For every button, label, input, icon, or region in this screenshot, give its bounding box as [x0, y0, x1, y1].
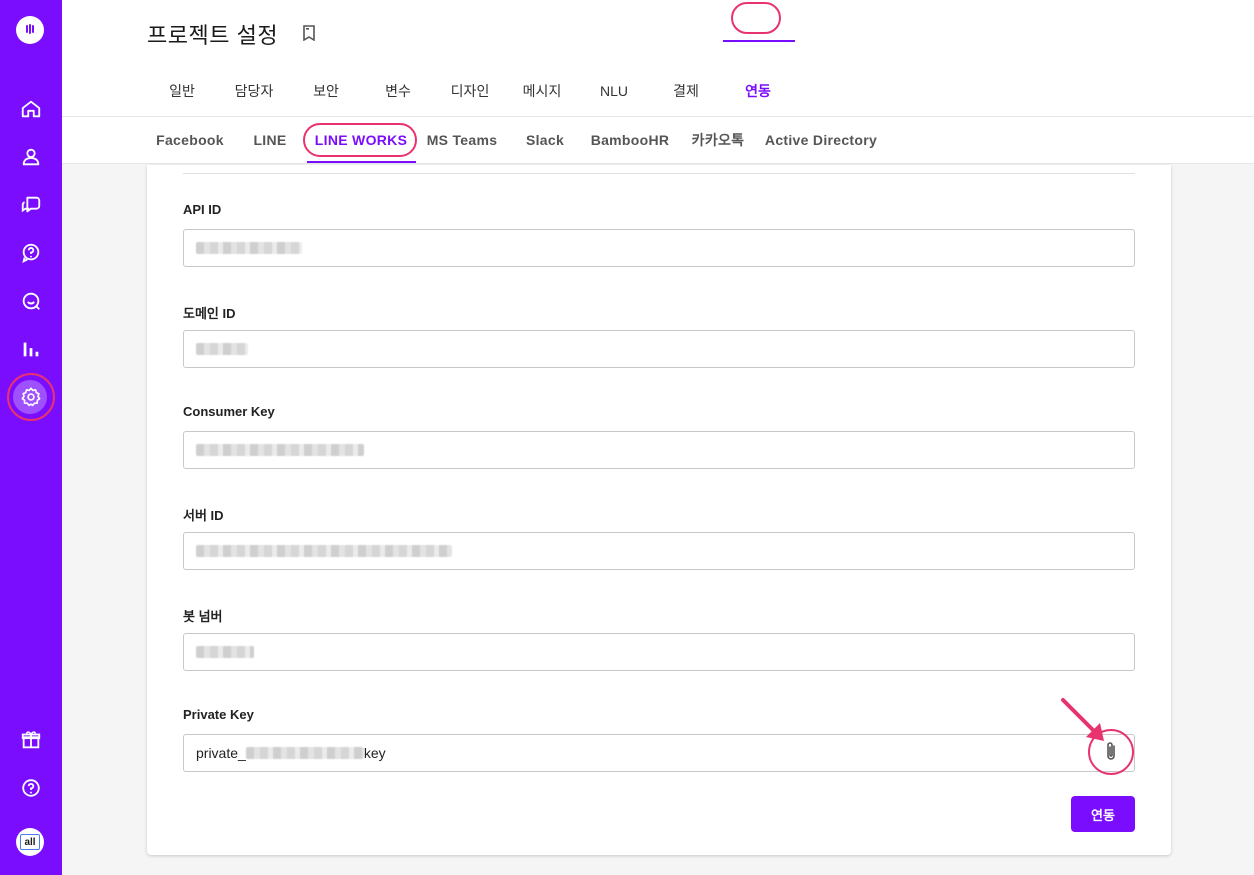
- tab-managers[interactable]: 담당자: [235, 72, 274, 112]
- tab-nlu[interactable]: NLU: [600, 72, 628, 112]
- logo-icon[interactable]: [16, 16, 44, 44]
- redacted-value: [196, 242, 302, 254]
- bot-number-label: 봇 넘버: [183, 609, 223, 624]
- subtab-active-underline: [307, 161, 416, 163]
- avatar-text: all: [20, 834, 40, 850]
- redacted-value: [245, 747, 364, 759]
- domain-id-label: 도메인 ID: [183, 306, 236, 321]
- subtab-kakaotalk[interactable]: 카카오톡: [692, 117, 745, 163]
- tab-design[interactable]: 디자인: [451, 72, 490, 112]
- redacted-value: [196, 343, 248, 355]
- bot-number-input[interactable]: [183, 633, 1135, 671]
- question-bubble-icon[interactable]: [11, 233, 51, 273]
- redacted-value: [196, 646, 254, 658]
- gear-icon[interactable]: [11, 377, 51, 417]
- tab-variables[interactable]: 변수: [385, 72, 411, 112]
- tab-messages[interactable]: 메시지: [523, 72, 562, 112]
- subtab-ms-teams[interactable]: MS Teams: [427, 117, 498, 163]
- server-id-label: 서버 ID: [183, 508, 224, 523]
- avatar[interactable]: all: [16, 828, 44, 856]
- subtab-line[interactable]: LINE: [253, 117, 286, 163]
- api-id-label: API ID: [183, 202, 222, 217]
- tab-security[interactable]: 보안: [313, 72, 339, 112]
- tab-integration[interactable]: 연동: [745, 72, 771, 112]
- subtab-slack[interactable]: Slack: [526, 117, 564, 163]
- api-id-input[interactable]: [183, 229, 1135, 267]
- private-key-suffix: key: [363, 745, 386, 761]
- subtab-facebook[interactable]: Facebook: [156, 117, 224, 163]
- chat-smile-icon[interactable]: [11, 281, 51, 321]
- private-key-prefix: private_: [196, 745, 246, 761]
- divider: [183, 173, 1135, 174]
- tab-billing[interactable]: 결제: [673, 72, 699, 112]
- subtab-bamboohr[interactable]: BambooHR: [591, 117, 670, 163]
- redacted-value: [196, 444, 364, 456]
- integration-subtabs: Facebook LINE LINE WORKS MS Teams Slack …: [62, 116, 1254, 164]
- annotation-arrow-icon: [1061, 698, 1104, 741]
- bar-chart-icon[interactable]: [11, 329, 51, 369]
- private-key-input[interactable]: private_ key: [183, 734, 1135, 772]
- page-header: 프로젝트 설정 일반 담당자 보안 변수 디자인 메시지 NLU 결제 연동: [62, 0, 1254, 116]
- sidebar: all: [0, 0, 62, 875]
- connect-button[interactable]: 연동: [1071, 796, 1135, 832]
- home-icon[interactable]: [11, 89, 51, 129]
- private-key-label: Private Key: [183, 707, 254, 722]
- subtab-highlight-circle: [303, 123, 417, 157]
- redacted-value: [196, 545, 452, 557]
- subtab-active-directory[interactable]: Active Directory: [765, 117, 877, 163]
- server-id-input[interactable]: [183, 532, 1135, 570]
- gift-icon[interactable]: [11, 720, 51, 760]
- tab-general[interactable]: 일반: [169, 72, 195, 112]
- bookmark-icon[interactable]: [302, 25, 316, 41]
- consumer-key-input[interactable]: [183, 431, 1135, 469]
- tab-highlight-circle: [731, 2, 781, 34]
- page-title: 프로젝트 설정: [147, 23, 279, 48]
- chat-bubbles-icon[interactable]: [11, 185, 51, 225]
- help-icon[interactable]: [11, 768, 51, 808]
- user-icon[interactable]: [11, 137, 51, 177]
- line-works-form-card: API ID 도메인 ID Consumer Key 서버 ID 봇 넘버 Pr…: [147, 165, 1171, 855]
- domain-id-input[interactable]: [183, 330, 1135, 368]
- consumer-key-label: Consumer Key: [183, 404, 275, 419]
- tab-active-underline: [723, 40, 795, 42]
